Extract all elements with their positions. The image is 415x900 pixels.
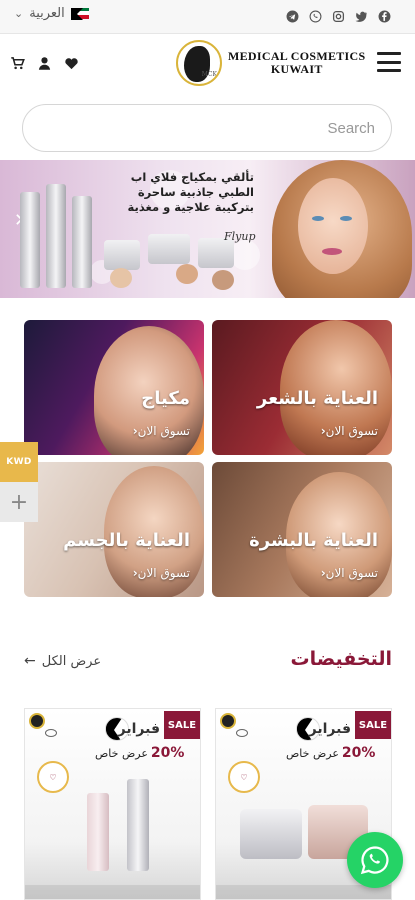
promo-offer: 20% عرض خاص	[95, 745, 185, 761]
logo-mark-icon: MCK	[176, 40, 222, 86]
search-input[interactable]	[23, 105, 391, 151]
shop-now-link[interactable]: تسوق الان‹	[316, 424, 378, 438]
brand-logo-icon	[220, 713, 236, 729]
product-card[interactable]: فبراير SALE 20% عرض خاص ♡	[24, 708, 201, 900]
shop-now-link[interactable]: تسوق الان‹	[128, 566, 190, 580]
search-bar	[22, 104, 392, 152]
sale-badge: SALE	[164, 711, 200, 739]
instagram-icon[interactable]	[330, 8, 347, 25]
category-title: العناية بالبشرة	[249, 530, 378, 551]
wishlist-heart-icon[interactable]: ♡	[37, 761, 69, 793]
brand-logo-icon	[29, 713, 45, 729]
site-logo[interactable]: MCK MEDICAL COSMETICS KUWAIT	[176, 40, 365, 86]
menu-hamburger-icon[interactable]	[377, 52, 401, 72]
cart-icon[interactable]	[10, 56, 25, 75]
social-links	[284, 8, 393, 25]
currency-expand-button[interactable]: +	[0, 482, 38, 522]
whatsapp-icon[interactable]	[307, 8, 324, 25]
view-all-link[interactable]: عرض الكل ←	[24, 653, 101, 669]
whatsapp-chat-button[interactable]	[347, 832, 403, 888]
language-selector[interactable]: ⌄ العربية	[14, 6, 89, 21]
banner-products-image	[20, 184, 100, 288]
top-bar: ⌄ العربية	[0, 0, 415, 34]
twitter-icon[interactable]	[353, 8, 370, 25]
header-actions	[10, 56, 79, 75]
banner-signature: Flyup	[224, 230, 256, 243]
category-makeup[interactable]: مكياج تسوق الان‹	[24, 320, 204, 455]
telegram-icon[interactable]	[284, 8, 301, 25]
shop-now-link[interactable]: تسوق الان‹	[316, 566, 378, 580]
category-hair-care[interactable]: العناية بالشعر تسوق الان‹	[212, 320, 392, 455]
product-name	[25, 885, 200, 899]
sale-badge: SALE	[355, 711, 391, 739]
category-skin-care[interactable]: العناية بالبشرة تسوق الان‹	[212, 462, 392, 597]
promo-month: فبراير	[308, 721, 351, 737]
promo-month: فبراير	[117, 721, 160, 737]
section-title: التخفيضات	[290, 648, 392, 670]
promo-banner[interactable]: ✕ تألقي بمكياج فلاي اب الطبي جاذبية ساحر…	[0, 160, 415, 298]
wishlist-heart-icon[interactable]	[64, 56, 79, 75]
whatsapp-icon	[360, 846, 389, 875]
language-label: العربية	[29, 6, 65, 21]
sale-section-header: التخفيضات عرض الكل ←	[24, 648, 392, 674]
logo-line-1: MEDICAL COSMETICS	[228, 49, 366, 63]
logo-mark-text: MCK	[201, 71, 217, 78]
shop-now-link[interactable]: تسوق الان‹	[128, 424, 190, 438]
logo-line-2: KUWAIT	[270, 62, 323, 76]
wishlist-heart-icon[interactable]: ♡	[228, 761, 260, 793]
banner-model-image	[262, 160, 415, 298]
facebook-icon[interactable]	[376, 8, 393, 25]
quick-view-eye-icon[interactable]	[236, 729, 248, 737]
currency-tab[interactable]: KWD	[0, 442, 38, 482]
site-header: MCK MEDICAL COSMETICS KUWAIT	[0, 34, 415, 96]
promo-offer: 20% عرض خاص	[286, 745, 376, 761]
kuwait-flag-icon	[70, 7, 89, 20]
account-icon[interactable]	[37, 56, 52, 75]
logo-text: MEDICAL COSMETICS KUWAIT	[228, 50, 365, 76]
quick-view-eye-icon[interactable]	[45, 729, 57, 737]
banner-headline: تألقي بمكياج فلاي اب الطبي جاذبية ساحرة …	[127, 170, 254, 214]
product-name	[216, 885, 391, 899]
category-title: مكياج	[141, 388, 190, 409]
arrow-left-icon: ←	[24, 653, 36, 669]
category-title: العناية بالجسم	[63, 530, 190, 551]
chevron-down-icon: ⌄	[14, 7, 24, 20]
category-title: العناية بالشعر	[256, 388, 378, 409]
category-body-care[interactable]: العناية بالجسم تسوق الان‹	[24, 462, 204, 597]
